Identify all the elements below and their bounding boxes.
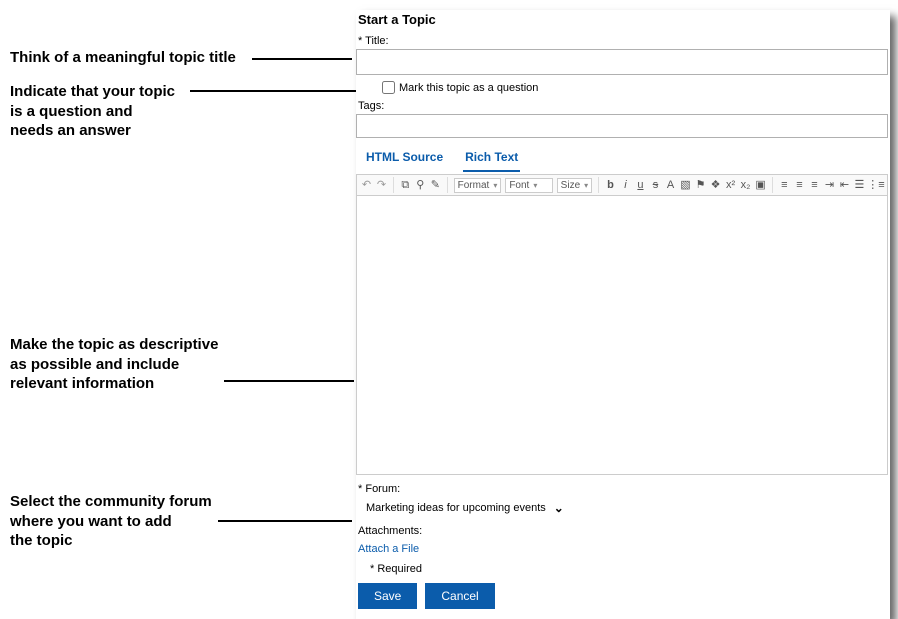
outdent-icon[interactable]: ⇤ <box>839 178 850 192</box>
ordered-list-icon[interactable]: ☰ <box>854 178 865 192</box>
forum-label: Forum: <box>358 483 888 495</box>
text: Indicate that your topic <box>10 83 175 100</box>
tags-label: Tags: <box>358 100 888 112</box>
annotation-line <box>190 90 380 92</box>
text: is a question and <box>10 103 133 120</box>
attach-file-link[interactable]: Attach a File <box>358 543 419 555</box>
strike-icon[interactable]: s <box>650 178 661 192</box>
tags-input[interactable] <box>356 114 888 138</box>
underline-icon[interactable]: u <box>635 178 646 192</box>
separator <box>447 177 448 193</box>
attachments-label: Attachments: <box>358 525 888 537</box>
tab-html-source[interactable]: HTML Source <box>364 146 445 172</box>
indent-icon[interactable]: ⇥ <box>824 178 835 192</box>
text: where you want to add <box>10 513 172 530</box>
link-icon[interactable]: ⚑ <box>695 178 706 192</box>
required-note: * Required <box>370 563 888 575</box>
text: Font <box>509 180 529 191</box>
text: as possible and include <box>10 356 179 373</box>
forum-selected-value: Marketing ideas for upcoming events <box>366 502 546 514</box>
separator <box>772 177 773 193</box>
editor-tabs: HTML Source Rich Text <box>364 146 888 172</box>
annotation-line <box>252 58 352 60</box>
chevron-down-icon: ⌄ <box>554 501 564 515</box>
text: Size <box>561 180 580 191</box>
find-icon[interactable]: ⚲ <box>415 178 426 192</box>
annotation-line <box>218 520 352 522</box>
tab-rich-text[interactable]: Rich Text <box>463 146 520 172</box>
annotation-line <box>224 380 354 382</box>
save-button[interactable]: Save <box>358 583 417 609</box>
title-input[interactable] <box>356 49 888 75</box>
editor-body[interactable] <box>356 195 888 475</box>
text: Format <box>458 180 490 191</box>
chevron-down-icon: ▾ <box>493 181 497 190</box>
separator <box>393 177 394 193</box>
size-dropdown[interactable]: Size ▾ <box>557 178 592 193</box>
clear-format-icon[interactable]: ✎ <box>430 178 441 192</box>
panel-heading: Start a Topic <box>358 12 888 27</box>
superscript-icon[interactable]: x₂ <box>740 178 751 192</box>
cancel-button[interactable]: Cancel <box>425 583 494 609</box>
mark-as-question-label: Mark this topic as a question <box>399 82 538 94</box>
text: needs an answer <box>10 122 131 139</box>
format-dropdown[interactable]: Format▾ <box>454 178 502 193</box>
font-dropdown[interactable]: Font ▾ <box>505 178 552 193</box>
mark-as-question-checkbox[interactable] <box>382 81 395 94</box>
bg-color-icon[interactable]: ▧ <box>680 178 691 192</box>
text: the topic <box>10 532 73 549</box>
align-right-icon[interactable]: ≡ <box>809 178 820 192</box>
special-char-icon[interactable]: ❖ <box>710 178 721 192</box>
text: relevant information <box>10 375 154 392</box>
align-center-icon[interactable]: ≡ <box>794 178 805 192</box>
text-color-icon[interactable]: A <box>665 178 676 192</box>
start-topic-panel: Start a Topic Title: Mark this topic as … <box>356 10 890 619</box>
subscript-icon[interactable]: x² <box>725 178 736 192</box>
annotation-description: Make the topic as descriptive as possibl… <box>10 335 346 394</box>
forum-select[interactable]: Marketing ideas for upcoming events ⌄ <box>366 501 564 515</box>
chevron-down-icon: ▾ <box>533 181 537 190</box>
editor-toolbar: ↶ ↷ ⧉ ⚲ ✎ Format▾ Font▾ Size▾ b i u s A … <box>356 174 888 195</box>
redo-icon[interactable]: ↷ <box>376 178 387 192</box>
bold-icon[interactable]: b <box>605 178 616 192</box>
separator <box>598 177 599 193</box>
image-icon[interactable]: ▣ <box>755 178 766 192</box>
unordered-list-icon[interactable]: ⋮≡ <box>869 178 883 192</box>
align-left-icon[interactable]: ≡ <box>779 178 790 192</box>
italic-icon[interactable]: i <box>620 178 631 192</box>
text: Select the community forum <box>10 493 212 510</box>
title-label: Title: <box>358 35 888 47</box>
copy-icon[interactable]: ⧉ <box>400 178 411 192</box>
chevron-down-icon: ▾ <box>584 181 588 190</box>
text: Make the topic as descriptive <box>10 336 218 353</box>
undo-icon[interactable]: ↶ <box>361 178 372 192</box>
